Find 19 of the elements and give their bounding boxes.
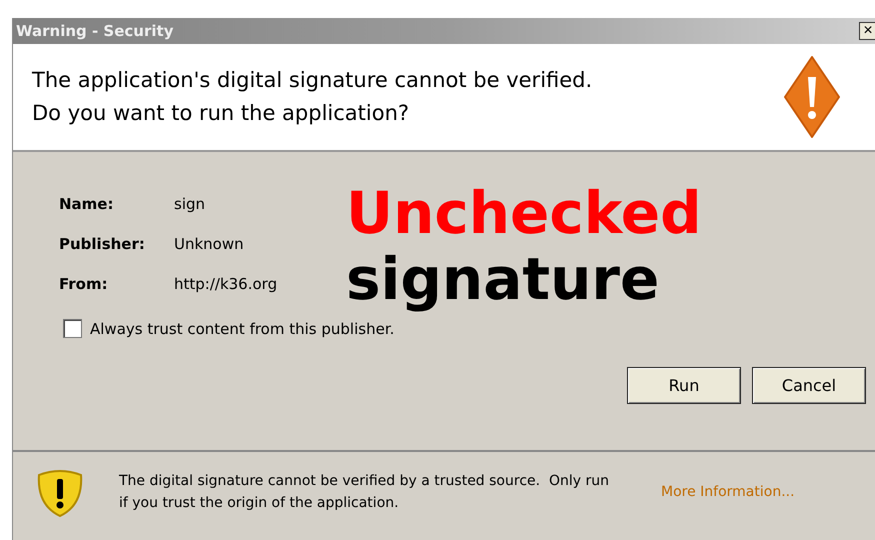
field-value: http://k36.org [174,275,278,293]
field-value: sign [174,195,206,213]
field-value: Unknown [174,235,245,253]
warning-icon [783,55,841,139]
cancel-button[interactable]: Cancel [752,367,866,404]
warning-message: The digital signature cannot be verified by a trusted source. Only run if you trust the origin of the application. [119,472,610,513]
field-label: From: [59,275,109,293]
annotation-text: Unchecked [346,180,702,246]
heading-line: Do you want to run the application? [32,100,410,127]
shield-warning-icon [35,467,85,517]
field-label: Name: [59,195,114,213]
run-button[interactable]: Run [627,367,741,404]
checkbox-label[interactable]: Always trust content from this publisher. [90,320,394,338]
window-title: Warning - Security [15,22,174,40]
close-button[interactable]: × [859,22,875,40]
annotation-text: signature [346,246,660,312]
field-label: Publisher: [59,235,146,253]
heading-line: The application's digital signature cannot be verified. [32,67,592,94]
checkbox[interactable] [63,319,82,338]
